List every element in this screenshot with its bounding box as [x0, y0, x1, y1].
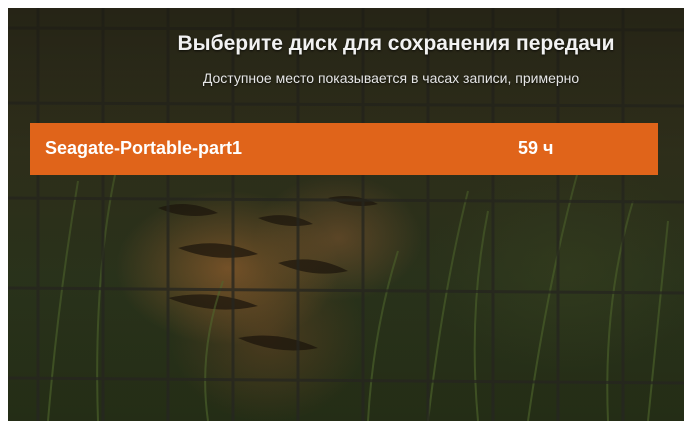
- disk-item-seagate-portable-part1[interactable]: Seagate-Portable-part1 59 ч: [30, 123, 658, 175]
- tv-screen: Выберите диск для сохранения передачи До…: [8, 8, 684, 421]
- disk-name: Seagate-Portable-part1: [45, 138, 243, 158]
- dialog-subtitle: Доступное место показывается в часах зап…: [202, 70, 580, 86]
- disk-list: Seagate-Portable-part1 59 ч: [30, 123, 658, 175]
- dialog-title: Выберите диск для сохранения передачи: [177, 32, 615, 55]
- disk-free-space: 59 ч: [518, 138, 554, 158]
